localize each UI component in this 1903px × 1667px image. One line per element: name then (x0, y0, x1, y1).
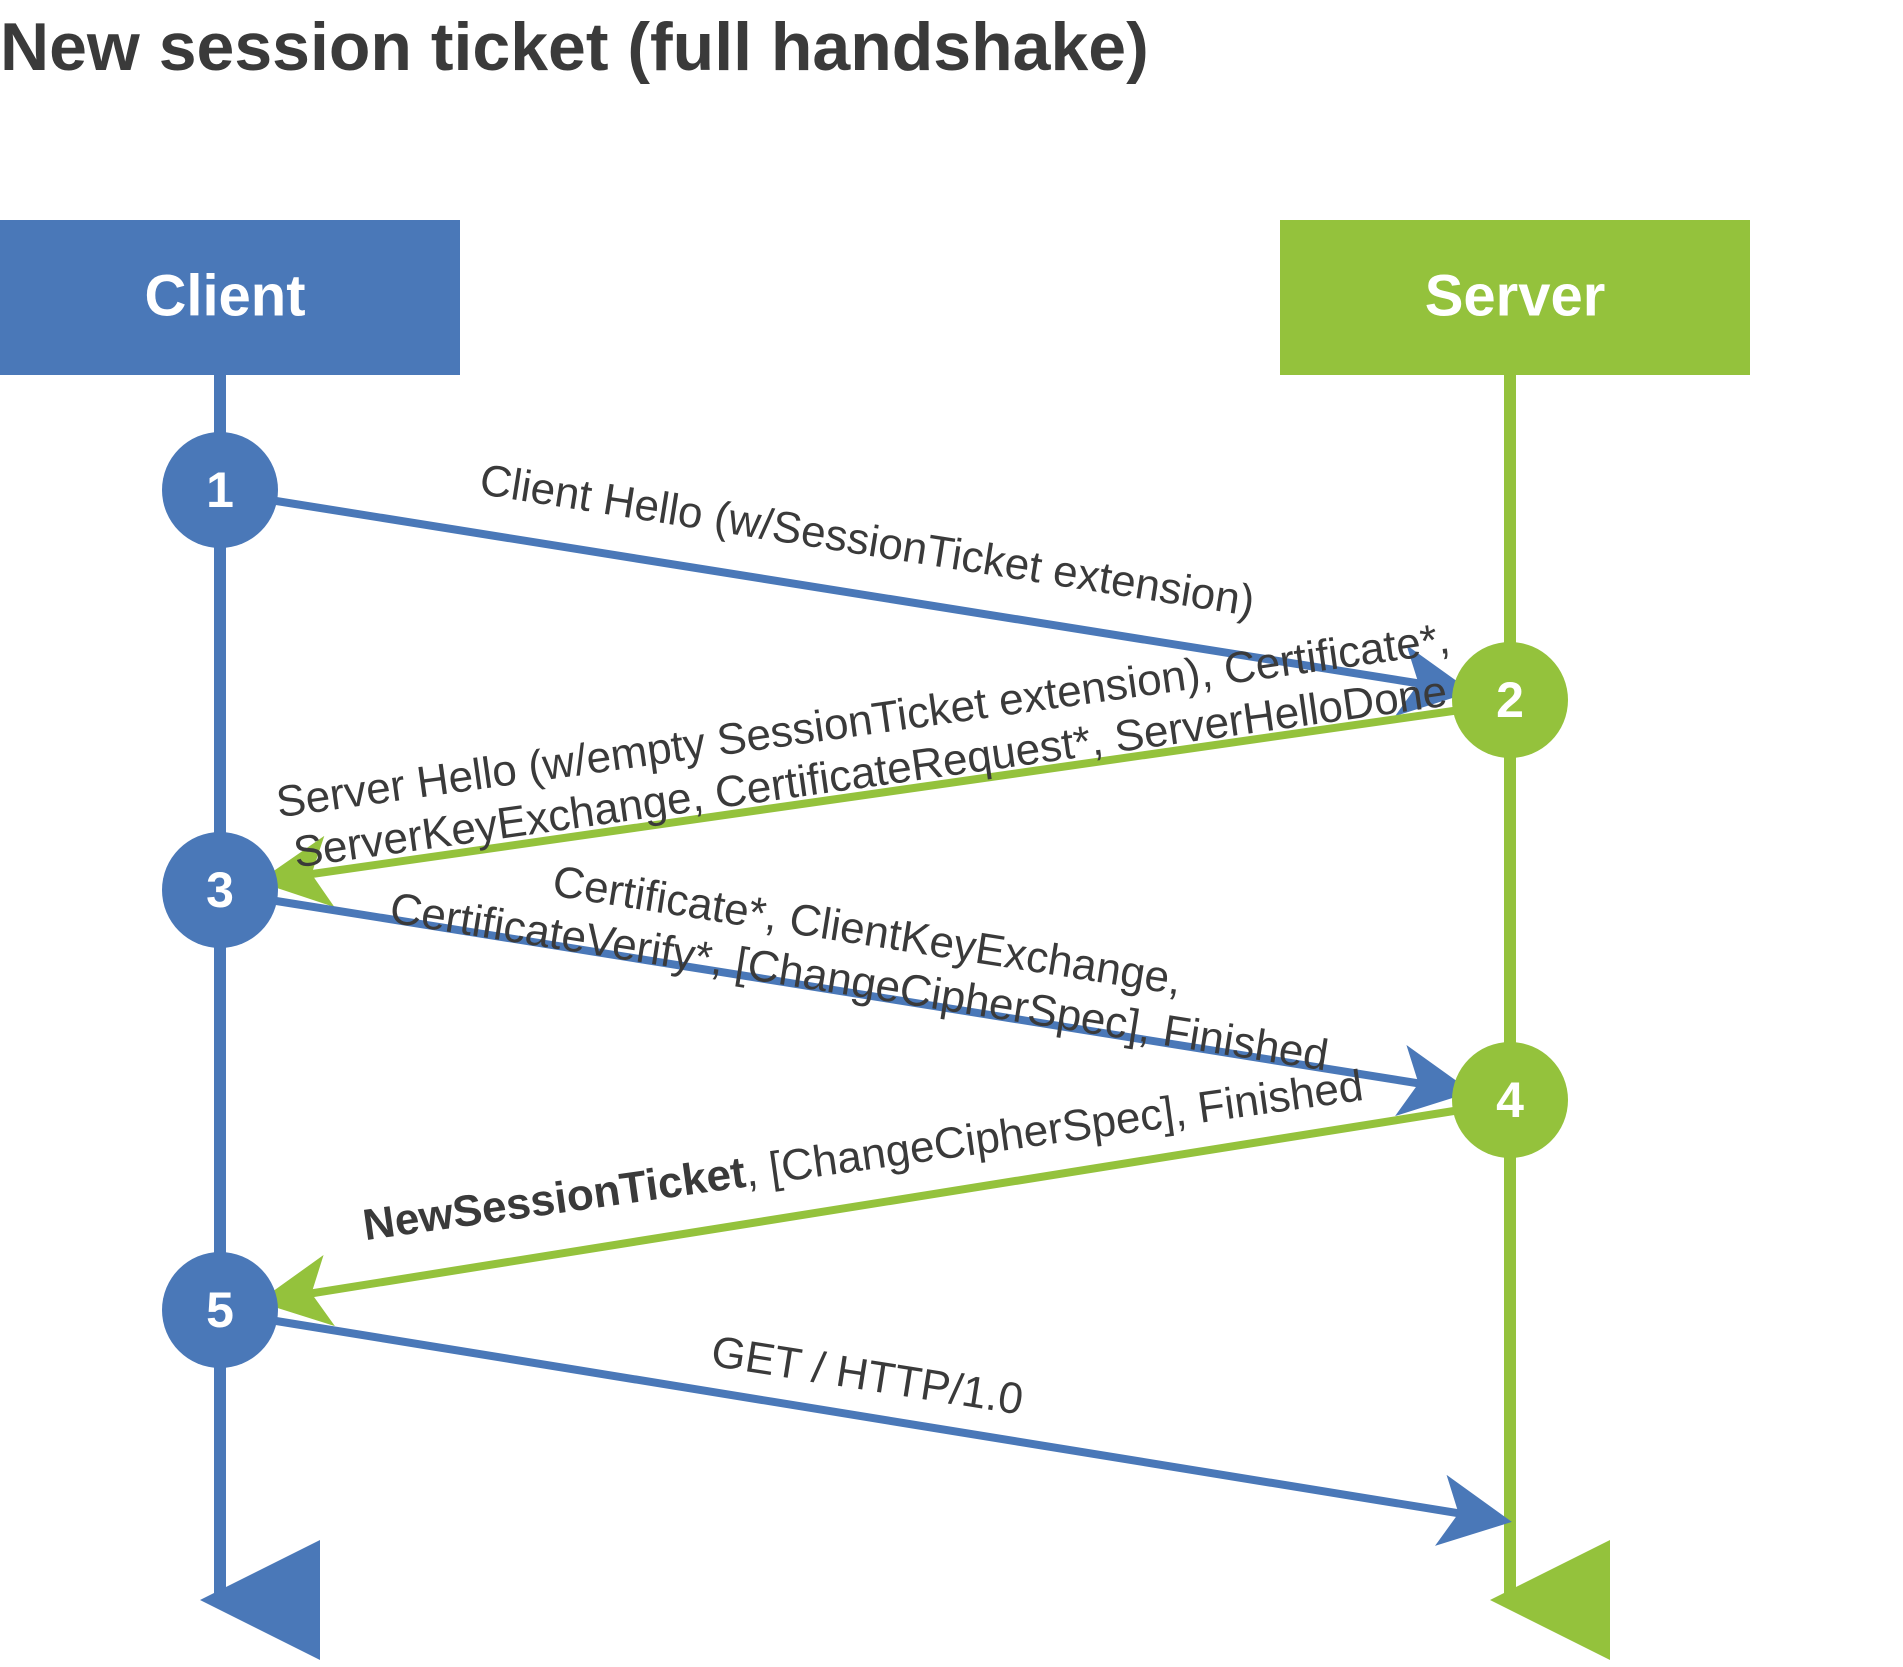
arrow-5-end (270, 1320, 1500, 1520)
step-4: 4 (1452, 1042, 1568, 1158)
msg-1-label: Client Hello (w/SessionTicket extension) (477, 455, 1258, 626)
msg-4-label: NewSessionTicket, [ChangeCipherSpec], Fi… (360, 1061, 1366, 1250)
server-header: Server (1280, 220, 1750, 375)
svg-text:3: 3 (206, 862, 234, 918)
msg-3-label: Certificate*, ClientKeyExchange, Certifi… (387, 832, 1340, 1080)
step-2: 2 (1452, 642, 1568, 758)
svg-text:4: 4 (1496, 1072, 1524, 1128)
msg-5-label: GET / HTTP/1.0 (708, 1327, 1026, 1425)
client-label: Client (144, 263, 305, 328)
step-1: 1 (162, 432, 278, 548)
svg-text:NewSessionTicket, [ChangeCiphe: NewSessionTicket, [ChangeCipherSpec], Fi… (360, 1061, 1366, 1250)
svg-text:2: 2 (1496, 672, 1524, 728)
step-3: 3 (162, 832, 278, 948)
server-label: Server (1425, 263, 1606, 328)
client-header: Client (0, 220, 460, 375)
step-5: 5 (162, 1252, 278, 1368)
svg-text:5: 5 (206, 1282, 234, 1338)
svg-text:1: 1 (206, 462, 234, 518)
msg-2-label: Server Hello (w/empty SessionTicket exte… (273, 614, 1460, 879)
diagram-title: New session ticket (full handshake) (0, 9, 1149, 85)
